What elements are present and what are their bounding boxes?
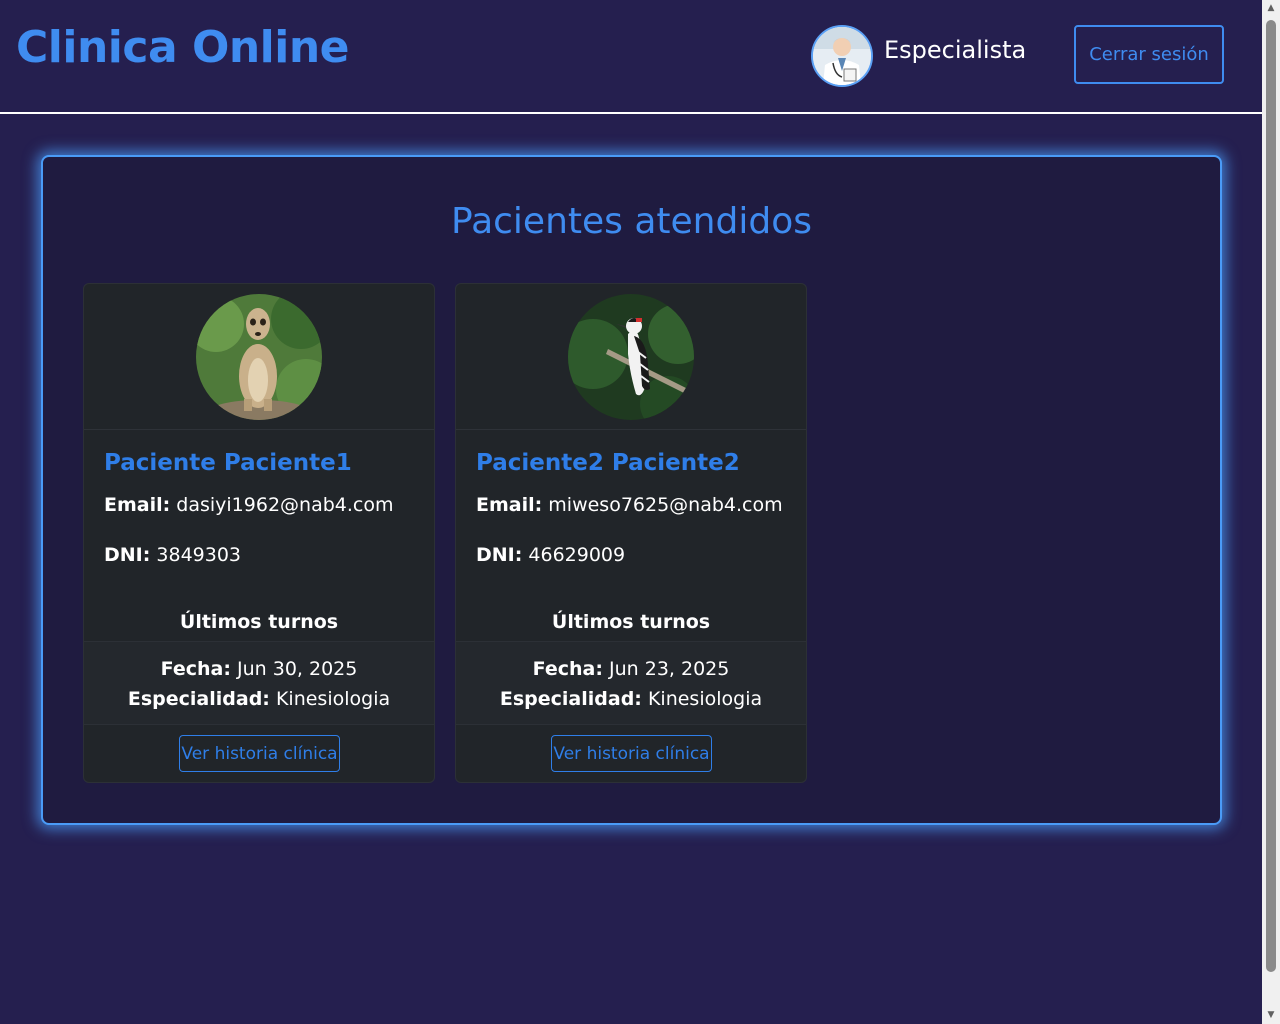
- doctor-icon: [813, 27, 871, 85]
- turnos-title: Últimos turnos: [551, 611, 711, 633]
- navbar: Clinica Online Especialista Cerrar sesió…: [0, 0, 1262, 114]
- patient-email: Email: miweso7625@nab4.com: [476, 494, 783, 516]
- especialidad-value: Kinesiologia: [647, 688, 763, 710]
- view-history-button[interactable]: Ver historia clínica: [179, 735, 340, 772]
- patient-name: Paciente2 Paciente2: [476, 450, 740, 476]
- turno-item: Fecha: Jun 23, 2025 Especialidad: Kinesi…: [456, 641, 806, 725]
- card-header: [456, 284, 806, 430]
- email-label: Email:: [104, 494, 171, 516]
- patient-name: Paciente Paciente1: [104, 450, 352, 476]
- vertical-scrollbar[interactable]: ▲ ▼: [1262, 0, 1280, 1024]
- fecha-label: Fecha:: [160, 658, 231, 680]
- patient-email: Email: dasiyi1962@nab4.com: [104, 494, 394, 516]
- user-role: Especialista: [884, 36, 1027, 64]
- page-title: Pacientes atendidos: [450, 201, 812, 242]
- patient-avatar: [568, 294, 694, 420]
- patient-avatar: [196, 294, 322, 420]
- patient-dni: DNI: 3849303: [104, 544, 241, 566]
- dni-value: 3849303: [156, 544, 242, 566]
- meerkat-icon: [196, 294, 322, 420]
- email-value: miweso7625@nab4.com: [548, 494, 783, 516]
- card-header: [84, 284, 434, 430]
- scrollbar-thumb[interactable]: [1266, 20, 1276, 972]
- turno-item: Fecha: Jun 30, 2025 Especialidad: Kinesi…: [84, 641, 434, 725]
- patients-panel: Pacientes atendidos Paciente Paciente1 E…: [41, 155, 1222, 825]
- especialidad-label: Especialidad:: [127, 688, 270, 710]
- especialidad-value: Kinesiologia: [275, 688, 391, 710]
- dni-label: DNI:: [104, 544, 151, 566]
- fecha-value: Jun 23, 2025: [609, 658, 730, 680]
- fecha-value: Jun 30, 2025: [237, 658, 358, 680]
- view-history-button[interactable]: Ver historia clínica: [551, 735, 712, 772]
- scroll-down-arrow-icon[interactable]: ▼: [1262, 1007, 1280, 1024]
- patient-dni: DNI: 46629009: [476, 544, 625, 566]
- scroll-up-arrow-icon[interactable]: ▲: [1262, 0, 1280, 17]
- woodpecker-icon: [568, 294, 694, 420]
- turnos-title: Últimos turnos: [179, 611, 339, 633]
- especialidad-label: Especialidad:: [499, 688, 642, 710]
- dni-label: DNI:: [476, 544, 523, 566]
- turno-fecha: Fecha: Jun 23, 2025: [456, 658, 806, 680]
- turno-fecha: Fecha: Jun 30, 2025: [84, 658, 434, 680]
- turno-especialidad: Especialidad: Kinesiologia: [456, 688, 806, 710]
- turno-especialidad: Especialidad: Kinesiologia: [84, 688, 434, 710]
- email-label: Email:: [476, 494, 543, 516]
- user-avatar: [811, 25, 873, 87]
- email-value: dasiyi1962@nab4.com: [176, 494, 394, 516]
- page: Clinica Online Especialista Cerrar sesió…: [0, 0, 1262, 1024]
- logout-button[interactable]: Cerrar sesión: [1074, 25, 1224, 84]
- dni-value: 46629009: [528, 544, 626, 566]
- patient-card: Paciente Paciente1 Email: dasiyi1962@nab…: [83, 283, 435, 783]
- brand-title[interactable]: Clinica Online: [16, 22, 350, 73]
- fecha-label: Fecha:: [532, 658, 603, 680]
- patient-card: Paciente2 Paciente2 Email: miweso7625@na…: [455, 283, 807, 783]
